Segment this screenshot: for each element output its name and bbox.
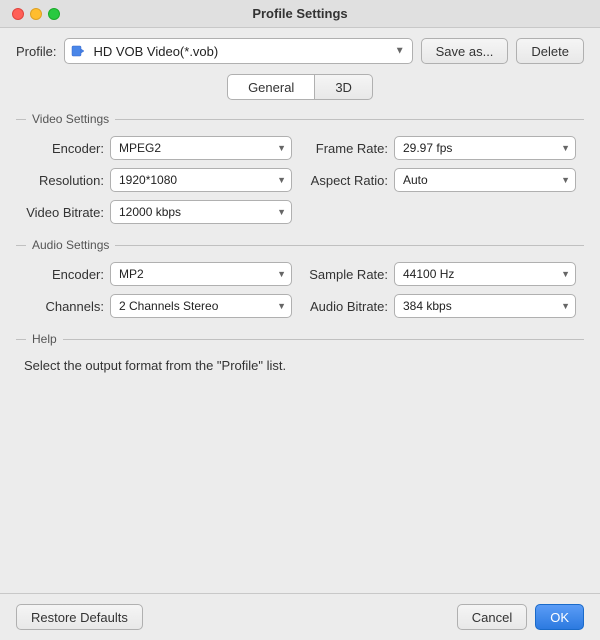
audio-encoder-label: Encoder: xyxy=(24,267,104,282)
cancel-button[interactable]: Cancel xyxy=(457,604,527,630)
samplerate-select[interactable]: 44100 Hz xyxy=(394,262,576,286)
audio-settings-section: Audio Settings Encoder: MP2 ▼ Sample Rat… xyxy=(16,238,584,318)
videobitrate-select[interactable]: 12000 kbps xyxy=(110,200,292,224)
profile-select[interactable]: HD VOB Video(*.vob) xyxy=(64,38,412,64)
delete-button[interactable]: Delete xyxy=(516,38,584,64)
audio-encoder-select[interactable]: MP2 xyxy=(110,262,292,286)
videobitrate-row: Video Bitrate: 12000 kbps ▼ xyxy=(24,200,292,224)
channels-label: Channels: xyxy=(24,299,104,314)
tab-general[interactable]: General xyxy=(227,74,315,100)
help-text: Select the output format from the "Profi… xyxy=(16,356,584,376)
audiobitrate-select-wrapper: 384 kbps ▼ xyxy=(394,294,576,318)
channels-select[interactable]: 2 Channels Stereo xyxy=(110,294,292,318)
bottom-bar: Restore Defaults Cancel OK xyxy=(0,593,600,640)
ok-button[interactable]: OK xyxy=(535,604,584,630)
tabs: General 3D xyxy=(16,74,584,100)
audio-settings-title: Audio Settings xyxy=(32,238,109,252)
close-button[interactable] xyxy=(12,8,24,20)
framerate-row: Frame Rate: 29.97 fps ▼ xyxy=(308,136,576,160)
samplerate-row: Sample Rate: 44100 Hz ▼ xyxy=(308,262,576,286)
video-fields-grid: Encoder: MPEG2 ▼ Frame Rate: 29.97 fps ▼ xyxy=(16,136,584,224)
restore-defaults-button[interactable]: Restore Defaults xyxy=(16,604,143,630)
audio-fields-grid: Encoder: MP2 ▼ Sample Rate: 44100 Hz ▼ xyxy=(16,262,584,318)
aspectratio-row: Aspect Ratio: Auto ▼ xyxy=(308,168,576,192)
save-as-button[interactable]: Save as... xyxy=(421,38,509,64)
audio-encoder-row: Encoder: MP2 ▼ xyxy=(24,262,292,286)
videobitrate-select-wrapper: 12000 kbps ▼ xyxy=(110,200,292,224)
main-content: Profile: HD VOB Video(*.vob) ▼ Save as..… xyxy=(0,28,600,593)
audio-settings-header: Audio Settings xyxy=(16,238,584,252)
aspectratio-select[interactable]: Auto xyxy=(394,168,576,192)
encoder-label: Encoder: xyxy=(24,141,104,156)
encoder-select-wrapper: MPEG2 ▼ xyxy=(110,136,292,160)
encoder-row: Encoder: MPEG2 ▼ xyxy=(24,136,292,160)
resolution-row: Resolution: 1920*1080 ▼ xyxy=(24,168,292,192)
framerate-select-wrapper: 29.97 fps ▼ xyxy=(394,136,576,160)
aspectratio-label: Aspect Ratio: xyxy=(308,173,388,188)
tab-3d[interactable]: 3D xyxy=(315,74,373,100)
resolution-select[interactable]: 1920*1080 xyxy=(110,168,292,192)
maximize-button[interactable] xyxy=(48,8,60,20)
window-title: Profile Settings xyxy=(252,6,347,21)
bottom-right-buttons: Cancel OK xyxy=(457,604,584,630)
channels-select-wrapper: 2 Channels Stereo ▼ xyxy=(110,294,292,318)
audiobitrate-row: Audio Bitrate: 384 kbps ▼ xyxy=(308,294,576,318)
traffic-lights xyxy=(12,8,60,20)
audiobitrate-select[interactable]: 384 kbps xyxy=(394,294,576,318)
aspectratio-select-wrapper: Auto ▼ xyxy=(394,168,576,192)
encoder-select[interactable]: MPEG2 xyxy=(110,136,292,160)
video-icon xyxy=(70,43,86,59)
channels-row: Channels: 2 Channels Stereo ▼ xyxy=(24,294,292,318)
videobitrate-label: Video Bitrate: xyxy=(24,205,104,220)
video-settings-section: Video Settings Encoder: MPEG2 ▼ Frame Ra… xyxy=(16,112,584,224)
samplerate-label: Sample Rate: xyxy=(308,267,388,282)
help-title: Help xyxy=(32,332,57,346)
profile-select-wrapper: HD VOB Video(*.vob) ▼ xyxy=(64,38,412,64)
framerate-select[interactable]: 29.97 fps xyxy=(394,136,576,160)
help-header: Help xyxy=(16,332,584,346)
profile-label: Profile: xyxy=(16,44,56,59)
audiobitrate-label: Audio Bitrate: xyxy=(308,299,388,314)
video-settings-header: Video Settings xyxy=(16,112,584,126)
video-settings-title: Video Settings xyxy=(32,112,109,126)
help-section: Help Select the output format from the "… xyxy=(16,332,584,579)
resolution-select-wrapper: 1920*1080 ▼ xyxy=(110,168,292,192)
minimize-button[interactable] xyxy=(30,8,42,20)
title-bar: Profile Settings xyxy=(0,0,600,28)
audio-encoder-select-wrapper: MP2 ▼ xyxy=(110,262,292,286)
resolution-label: Resolution: xyxy=(24,173,104,188)
framerate-label: Frame Rate: xyxy=(308,141,388,156)
samplerate-select-wrapper: 44100 Hz ▼ xyxy=(394,262,576,286)
profile-row: Profile: HD VOB Video(*.vob) ▼ Save as..… xyxy=(16,38,584,64)
